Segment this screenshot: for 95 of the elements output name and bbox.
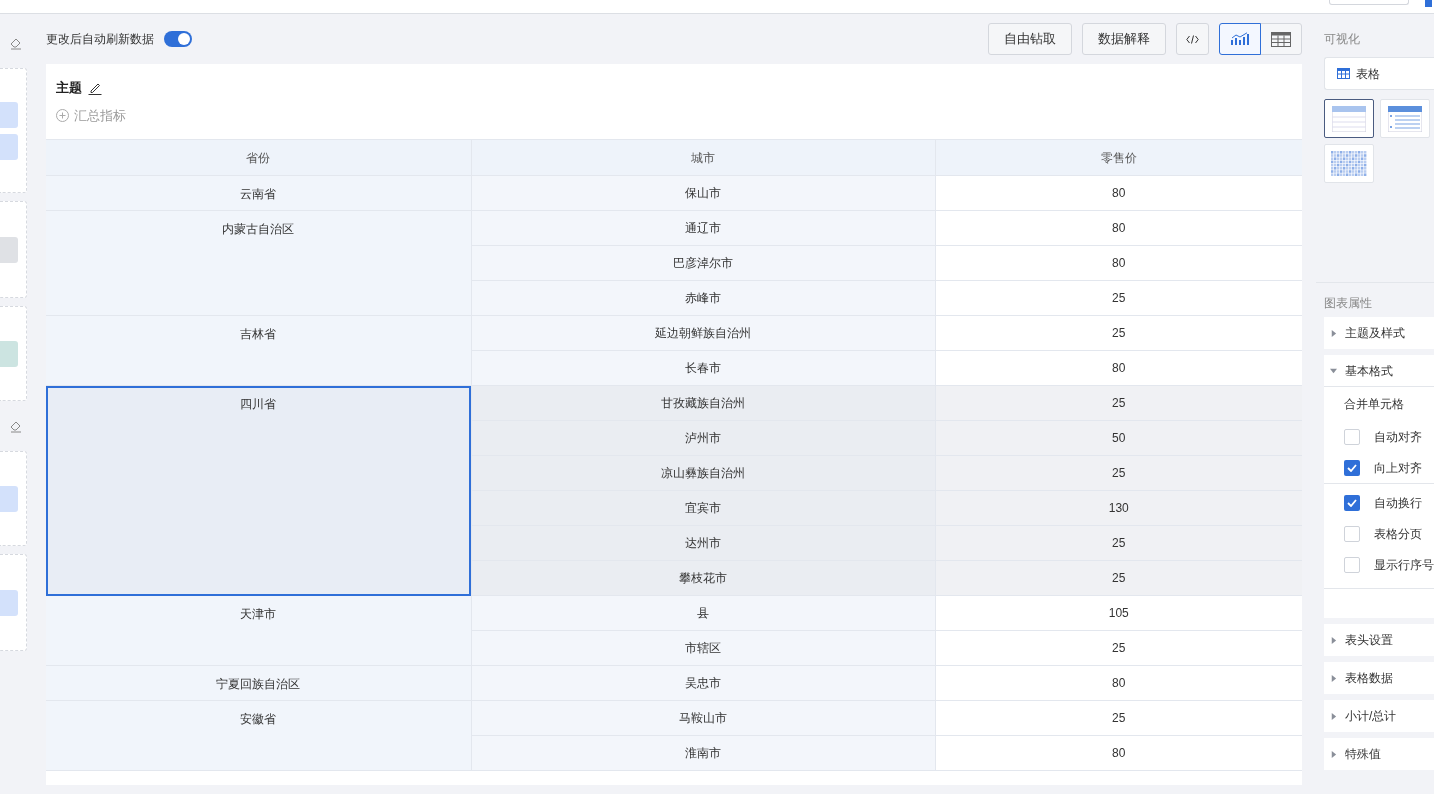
table-cell: 达州市	[471, 525, 935, 561]
table-cell: 攀枝花市	[471, 560, 935, 596]
checkbox[interactable]	[1344, 494, 1360, 511]
caret-icon	[1330, 674, 1337, 682]
table-cell: 赤峰市	[471, 280, 935, 316]
chart-type-dropdown[interactable]: 表格	[1324, 57, 1434, 90]
table-cell: 80	[935, 735, 1302, 771]
table-cell[interactable]: 内蒙古自治区	[46, 210, 471, 316]
table-cell: 马鞍山市	[471, 700, 935, 736]
plus-circle-icon	[56, 108, 69, 122]
table-cell[interactable]: 四川省	[46, 385, 471, 596]
table-cell: 25	[935, 315, 1302, 351]
table-cell: 130	[935, 490, 1302, 526]
section-header[interactable]: 主题及样式	[1324, 317, 1434, 349]
table-cell: 长春市	[471, 350, 935, 386]
checkmark-icon	[1347, 463, 1357, 472]
table-cell[interactable]: 安徽省	[46, 700, 471, 771]
section-header[interactable]: 表头设置	[1324, 624, 1434, 656]
table-cell: 80	[935, 210, 1302, 246]
toggle-switch[interactable]	[164, 31, 192, 47]
section-header[interactable]: 特殊值	[1324, 738, 1434, 770]
code-icon	[1186, 34, 1199, 44]
caret-icon	[1330, 712, 1337, 720]
field-chip[interactable]	[0, 133, 18, 160]
section-header[interactable]: 基本格式	[1324, 355, 1434, 387]
toolbar-button[interactable]: 自由钻取	[988, 23, 1072, 55]
checkbox[interactable]	[1344, 428, 1360, 445]
checkbox-label: 自动对齐	[1374, 428, 1422, 446]
checkbox[interactable]	[1344, 525, 1360, 542]
table-cell: 吴忠市	[471, 665, 935, 701]
table-style-thumbnail[interactable]	[1324, 99, 1374, 138]
table-cell: 保山市	[471, 175, 935, 211]
checkbox[interactable]	[1344, 556, 1360, 573]
section-header[interactable]: 表格数据	[1324, 662, 1434, 694]
checkbox-label: 自动换行	[1374, 494, 1422, 512]
auto-refresh-label: 更改后自动刷新数据	[46, 31, 154, 48]
table-cell: 50	[935, 420, 1302, 456]
field-chip[interactable]	[0, 589, 18, 616]
table-cell: 25	[935, 455, 1302, 491]
table-cell: 市辖区	[471, 630, 935, 666]
table-cell: 凉山彝族自治州	[471, 455, 935, 491]
checkbox-label: 显示行序号	[1374, 556, 1434, 574]
table-cell: 80	[935, 245, 1302, 281]
card-title: 主题	[56, 79, 82, 97]
table-icon	[1271, 31, 1291, 47]
table-cell: 25	[935, 385, 1302, 421]
table-cell: 25	[935, 560, 1302, 596]
table-cell[interactable]: 吉林省	[46, 315, 471, 386]
eraser-icon[interactable]	[9, 36, 23, 50]
code-button[interactable]	[1176, 23, 1209, 55]
field-chip[interactable]	[0, 485, 18, 512]
table-cell: 县	[471, 595, 935, 631]
table-view-button[interactable]	[1260, 23, 1302, 55]
table-cell: 25	[935, 525, 1302, 561]
table-cell: 25	[935, 280, 1302, 316]
table-icon	[1337, 68, 1350, 79]
table-cell: 80	[935, 175, 1302, 211]
checkbox-label: 向上对齐	[1374, 459, 1422, 477]
caret-icon	[1330, 329, 1337, 337]
eraser-icon[interactable]	[9, 419, 23, 433]
panel-title: 可视化	[1324, 31, 1360, 48]
table-cell: 巴彦淖尔市	[471, 245, 935, 281]
table-cell: 80	[935, 350, 1302, 386]
table-cell: 延边朝鲜族自治州	[471, 315, 935, 351]
header-button[interactable]	[1329, 0, 1409, 5]
column-header[interactable]: 零售价	[935, 139, 1302, 176]
table-cell: 105	[935, 595, 1302, 631]
checkbox[interactable]	[1344, 459, 1360, 476]
field-chip[interactable]	[0, 101, 18, 128]
column-header[interactable]: 城市	[471, 139, 935, 176]
column-header[interactable]: 省份	[46, 139, 471, 176]
table-cell[interactable]: 天津市	[46, 595, 471, 666]
checkmark-icon	[1347, 498, 1357, 507]
caret-icon	[1330, 750, 1337, 758]
field-chip[interactable]	[0, 236, 18, 263]
table-cell: 25	[935, 630, 1302, 666]
table-cell[interactable]: 云南省	[46, 175, 471, 211]
toolbar-button[interactable]: 数据解释	[1082, 23, 1166, 55]
table-cell: 淮南市	[471, 735, 935, 771]
table-cell: 泸州市	[471, 420, 935, 456]
table-cell: 通辽市	[471, 210, 935, 246]
option-group-label: 合并单元格	[1344, 396, 1405, 413]
section-header[interactable]: 小计/总计	[1324, 700, 1434, 732]
table-cell[interactable]: 宁夏回族自治区	[46, 665, 471, 701]
table-cell: 甘孜藏族自治州	[471, 385, 935, 421]
panel-title: 图表属性	[1324, 295, 1372, 312]
checkbox-label: 表格分页	[1374, 525, 1422, 543]
chart-view-button[interactable]	[1219, 23, 1261, 55]
table-cell: 80	[935, 665, 1302, 701]
caret-icon	[1330, 636, 1337, 644]
field-chip[interactable]	[0, 340, 18, 367]
caret-icon	[1330, 367, 1337, 374]
table-cell: 25	[935, 700, 1302, 736]
bar-chart-icon	[1230, 32, 1250, 46]
table-cell: 宜宾市	[471, 490, 935, 526]
